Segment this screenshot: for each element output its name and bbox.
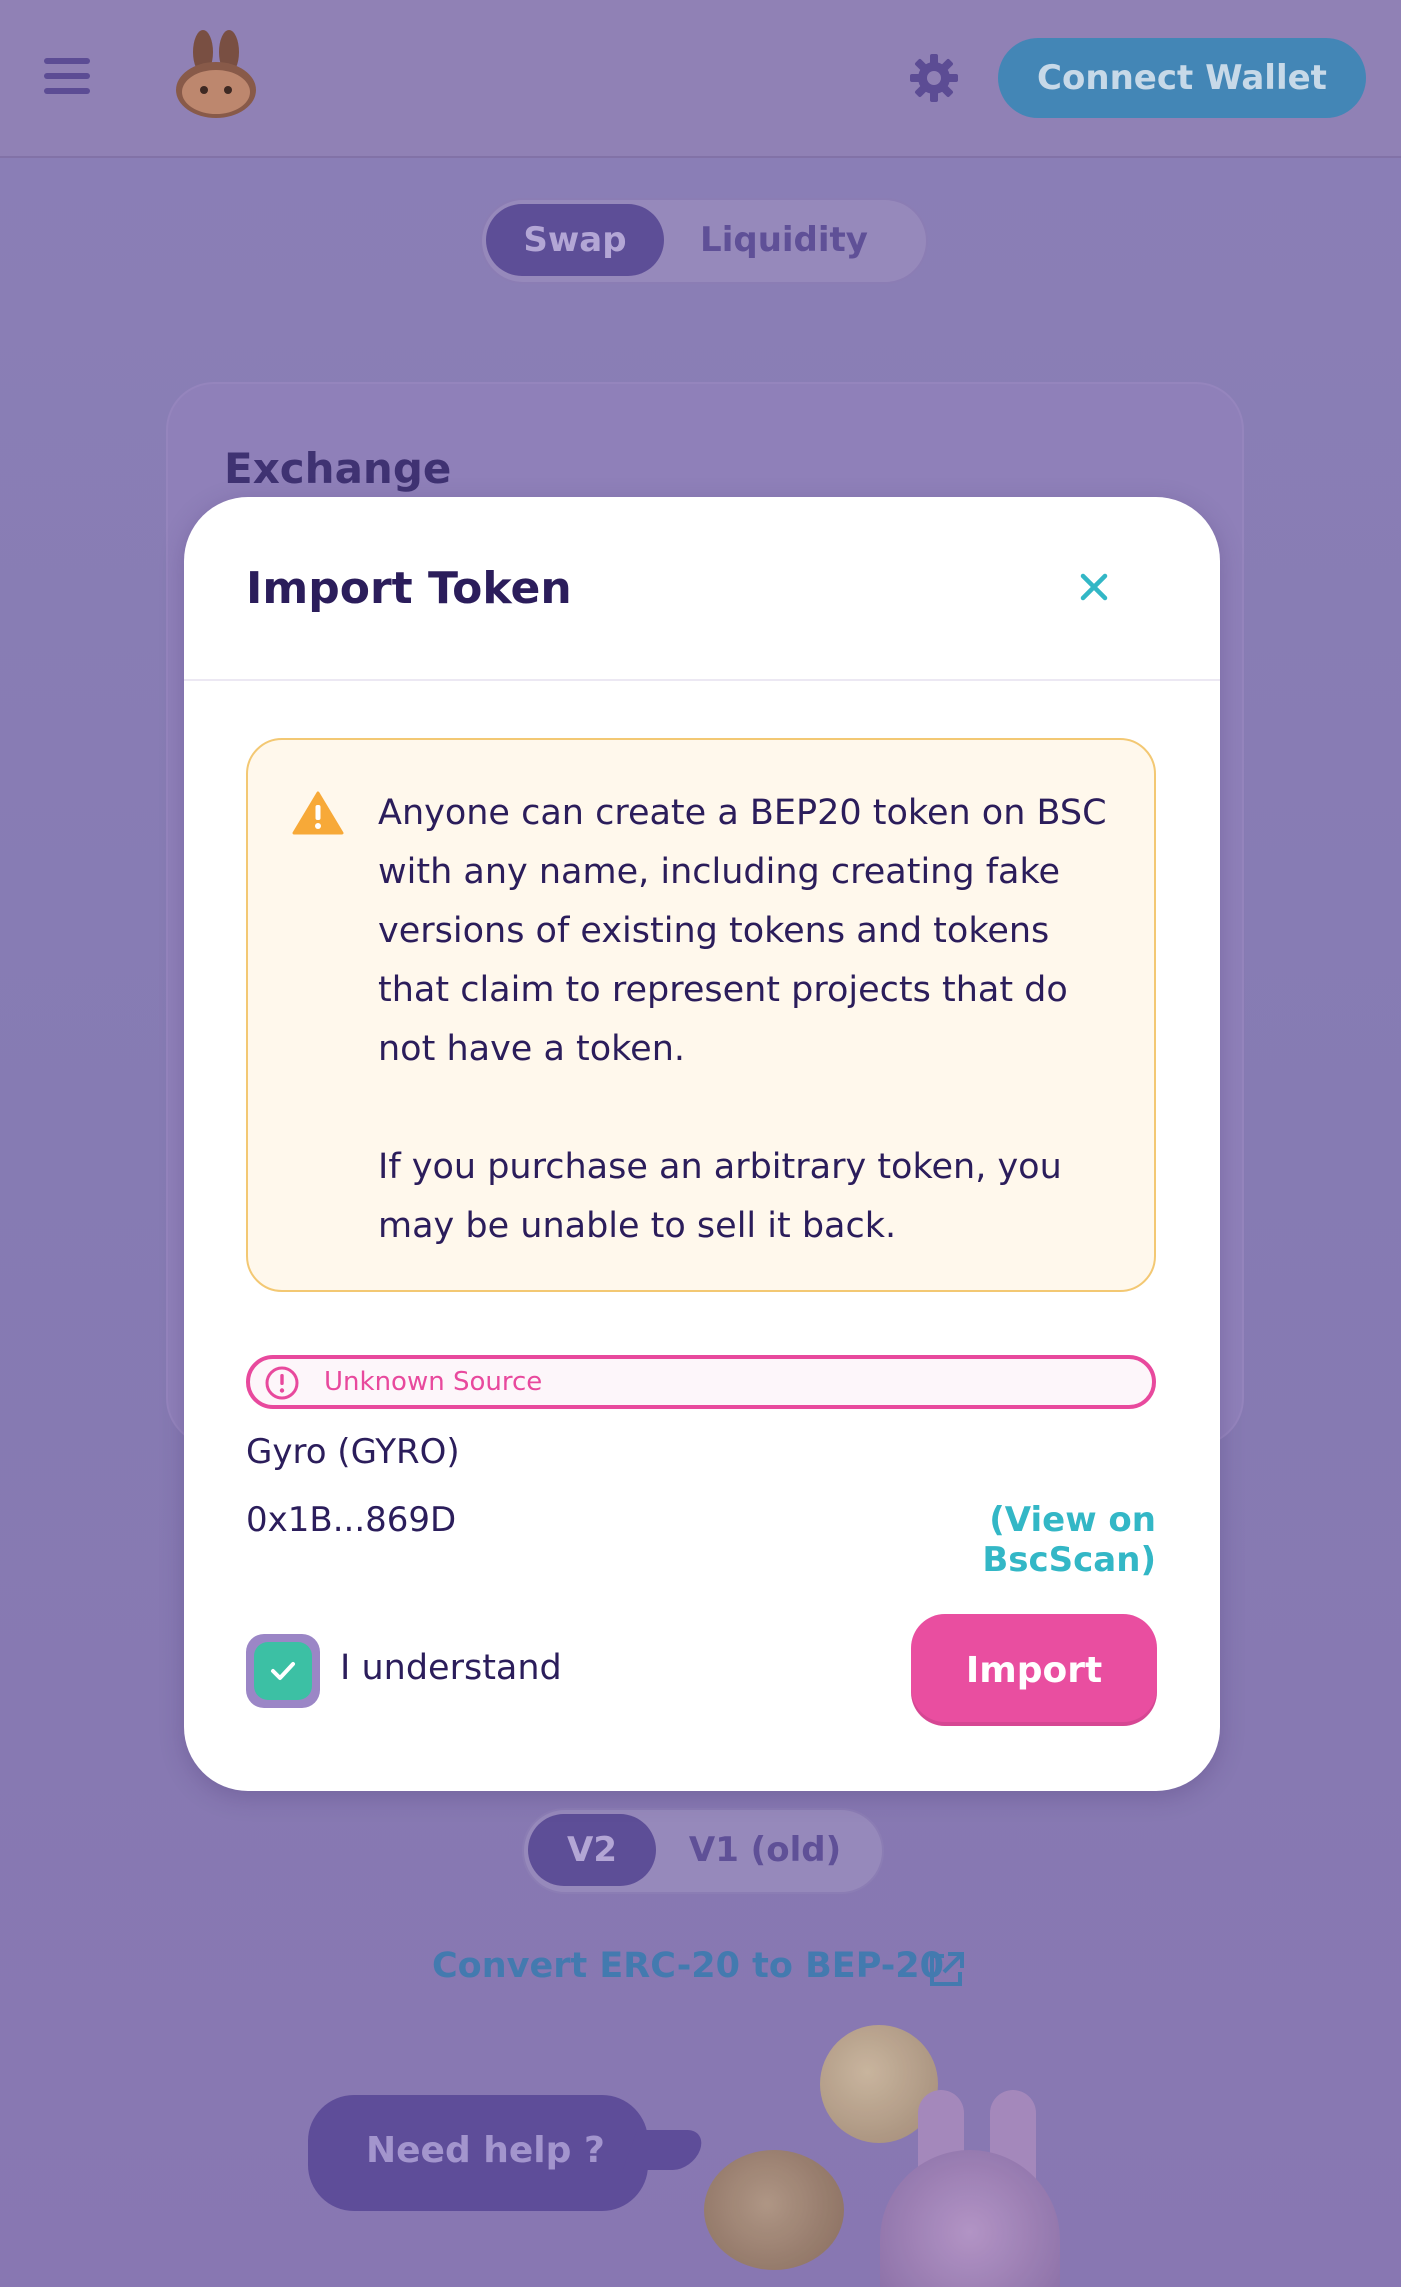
modal-title: Import Token [246, 563, 572, 614]
warning-paragraph-1: Anyone can create a BEP20 token on BSC w… [378, 793, 1107, 1069]
unknown-source-label: Unknown Source [324, 1367, 543, 1397]
close-icon[interactable] [1070, 563, 1118, 611]
warning-triangle-icon [292, 791, 344, 835]
checkbox-check [254, 1642, 312, 1700]
understand-label[interactable]: I understand [340, 1648, 562, 1688]
warning-box: Anyone can create a BEP20 token on BSC w… [246, 738, 1156, 1292]
import-token-modal: Import Token Anyone can create a BEP20 t… [184, 497, 1220, 1791]
checkmark-icon [271, 1662, 295, 1680]
token-name-symbol: Gyro (GYRO) [246, 1432, 460, 1472]
modal-header: Import Token [184, 497, 1220, 681]
view-on-bscscan-link[interactable]: (View on BscScan) [824, 1500, 1156, 1580]
warning-paragraph-2: If you purchase an arbitrary token, you … [378, 1147, 1062, 1246]
unknown-source-badge: Unknown Source [246, 1355, 1156, 1409]
import-button[interactable]: Import [911, 1614, 1157, 1726]
token-address: 0x1B...869D [246, 1500, 457, 1540]
alert-circle-icon [265, 1366, 299, 1400]
warning-text: Anyone can create a BEP20 token on BSC w… [378, 784, 1128, 1256]
understand-checkbox[interactable] [246, 1634, 320, 1708]
